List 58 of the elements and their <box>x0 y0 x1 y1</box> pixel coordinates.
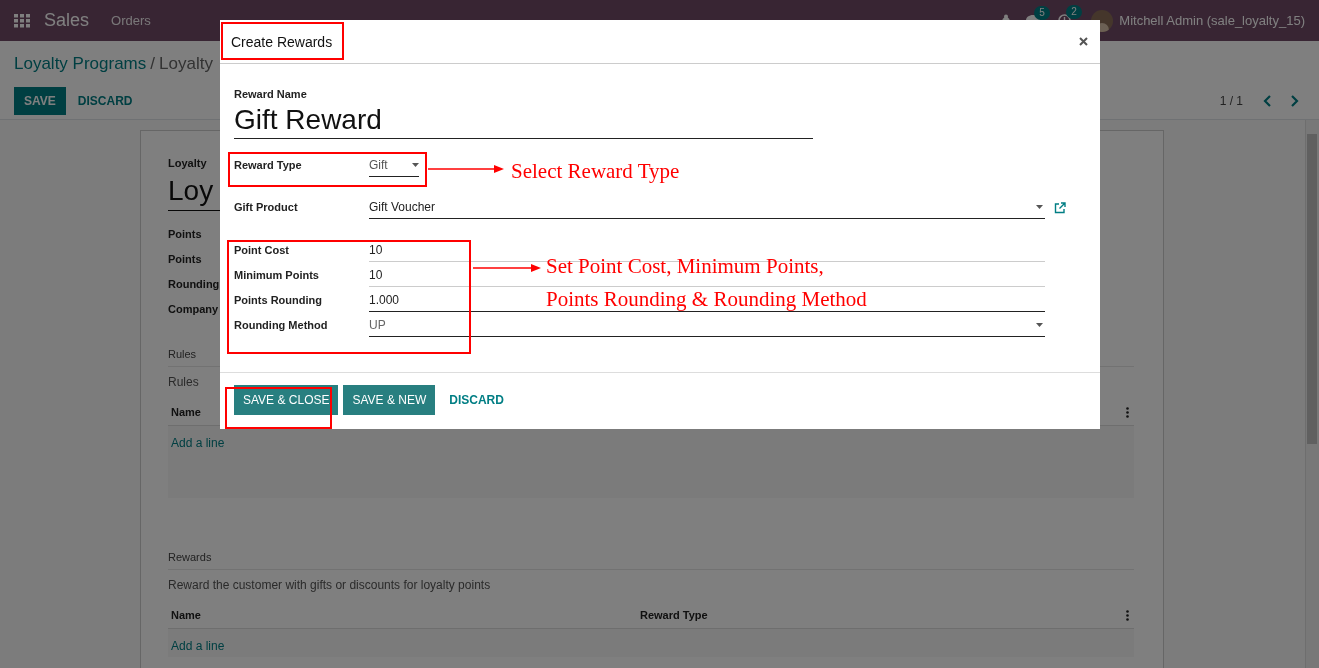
add-line-link[interactable]: Add a line <box>171 435 225 450</box>
more-options-icon[interactable] <box>1126 610 1129 621</box>
input-field[interactable]: 1.000 <box>369 291 420 309</box>
field-label: Rounding Method <box>234 318 329 334</box>
section-description: Reward the customer with gifts or discounts for loyalty points <box>168 577 491 592</box>
field-label: Rounding <box>168 276 220 292</box>
notification-badge: 5 <box>1034 5 1050 20</box>
breadcrumb-current: Loyalty <box>159 53 213 75</box>
caret-icon <box>412 163 419 167</box>
scrollbar-thumb[interactable] <box>1307 134 1317 444</box>
arrow <box>473 264 541 272</box>
close-icon[interactable] <box>1079 37 1088 46</box>
discard-button[interactable]: DISCARD <box>440 385 513 415</box>
column-header: Name <box>171 608 202 624</box>
annotation-text: Points Rounding & Rounding Method <box>546 286 867 313</box>
annotation-text: Set Point Cost, Minimum Points, <box>546 253 825 280</box>
caret-icon <box>1036 323 1043 327</box>
breadcrumb-separator: / <box>150 53 155 75</box>
previous-icon[interactable] <box>1263 94 1273 107</box>
pager-text: 1 / 1 <box>1219 92 1243 110</box>
apps-menu-icon[interactable] <box>14 13 30 28</box>
field-label: Points Rounding <box>234 293 323 309</box>
annotation-text: Select Reward Type <box>511 158 680 185</box>
app-name[interactable]: Sales <box>44 7 90 34</box>
field-label: Point Cost <box>234 243 290 259</box>
column-header: Reward Type <box>640 608 708 624</box>
field-label: Reward Type <box>234 158 303 174</box>
field-label: Company <box>168 301 219 317</box>
column-header: Name <box>171 405 202 421</box>
menu-item[interactable]: Orders <box>111 10 151 31</box>
dialog-title: Create Rewards <box>231 32 333 51</box>
discard-button[interactable]: DISCARD <box>65 86 145 115</box>
caret-icon <box>1036 205 1043 209</box>
field-label: Gift Product <box>234 200 299 216</box>
field-label: Reward Name <box>234 87 308 101</box>
add-line-link[interactable]: Add a line <box>171 638 225 653</box>
field-label: Minimum Points <box>234 268 320 284</box>
select-field[interactable]: UP <box>369 314 1045 337</box>
external-link-icon[interactable] <box>1054 201 1066 214</box>
breadcrumb-link[interactable]: Loyalty Programs <box>14 51 147 77</box>
field-label: Points <box>168 226 202 242</box>
record-title: Loy <box>168 173 214 208</box>
reward-name-field[interactable]: Gift Reward <box>234 102 813 139</box>
primary-button[interactable]: SAVE & CLOSE <box>234 385 339 415</box>
primary-button[interactable]: SAVE & NEW <box>343 385 436 415</box>
section-title: Rewards <box>168 550 212 563</box>
notification-badge: 2 <box>1066 5 1082 19</box>
user-name[interactable]: Mitchell Admin (sale_loyalty_15) <box>1119 10 1305 31</box>
save-button[interactable]: SAVE <box>14 86 66 115</box>
input-field[interactable]: 10 <box>369 266 403 284</box>
product-field[interactable]: Gift Voucher <box>369 196 1045 219</box>
section-description: Rules <box>168 374 199 389</box>
section-title: Rules <box>168 347 197 360</box>
select-field[interactable]: Gift <box>369 154 419 177</box>
field-label: Points <box>168 251 202 267</box>
more-options-icon[interactable] <box>1126 407 1129 418</box>
next-icon[interactable] <box>1289 94 1299 107</box>
field-label: Loyalty <box>168 156 207 171</box>
